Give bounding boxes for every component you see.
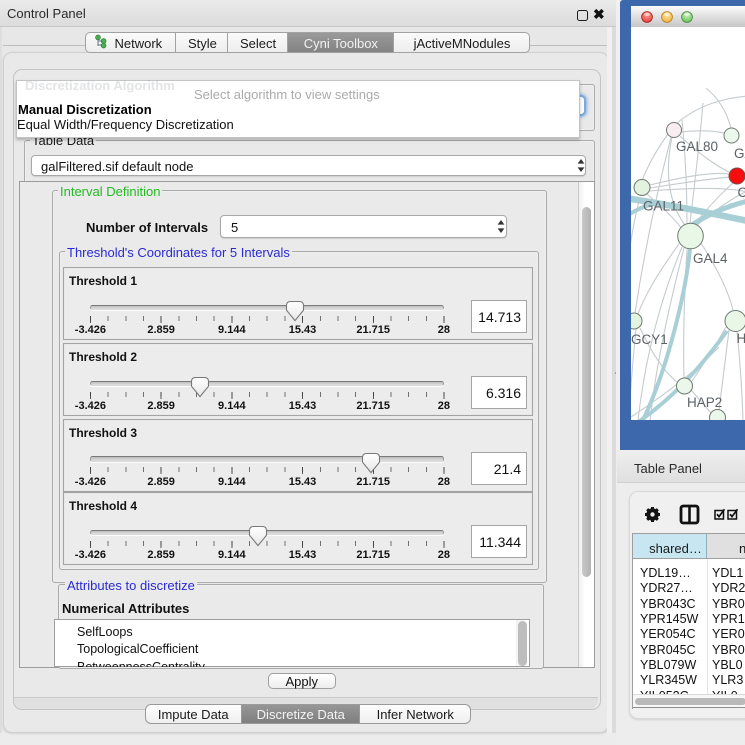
- svg-text:GAL4: GAL4: [693, 251, 728, 266]
- svg-text:HAP2: HAP2: [687, 395, 722, 410]
- svg-text:GCY1: GCY1: [631, 332, 668, 347]
- svg-text:GA: GA: [734, 146, 745, 161]
- svg-text:GAL11: GAL11: [643, 199, 684, 214]
- svg-text:GAL80: GAL80: [676, 139, 718, 154]
- svg-text:C: C: [738, 185, 745, 200]
- svg-text:H: H: [737, 331, 745, 346]
